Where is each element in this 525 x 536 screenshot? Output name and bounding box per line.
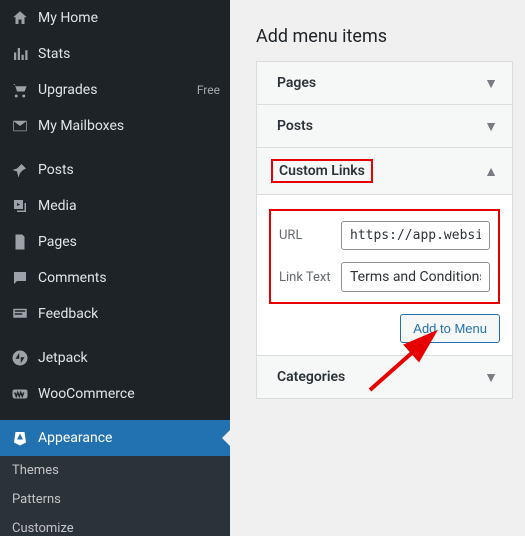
sidebar-item-pages[interactable]: Pages (0, 224, 230, 260)
sidebar-separator (0, 412, 230, 420)
submenu-label: Patterns (12, 492, 61, 507)
sidebar-item-media[interactable]: Media (0, 188, 230, 224)
link-text-field-label: Link Text (279, 270, 341, 285)
stats-icon (10, 44, 30, 64)
add-to-menu-button[interactable]: Add to Menu (400, 314, 500, 343)
panel-actions: Add to Menu (269, 314, 500, 343)
submenu-item-patterns[interactable]: Patterns (0, 485, 230, 514)
sidebar-item-mailboxes[interactable]: My Mailboxes (0, 108, 230, 144)
sidebar-item-label: Upgrades (38, 82, 197, 98)
sidebar-item-label: WooCommerce (38, 386, 220, 402)
sidebar-item-feedback[interactable]: Feedback (0, 296, 230, 332)
chevron-down-icon: ▼ (484, 118, 498, 135)
custom-links-panel: URL Link Text Add to Menu (257, 195, 512, 356)
pin-icon (10, 160, 30, 180)
sidebar-item-comments[interactable]: Comments (0, 260, 230, 296)
sidebar-item-label: Feedback (38, 306, 220, 322)
sidebar-item-jetpack[interactable]: Jetpack (0, 340, 230, 376)
sidebar-item-label: Jetpack (38, 350, 220, 366)
page-icon (10, 232, 30, 252)
chevron-down-icon: ▼ (484, 75, 498, 92)
admin-sidebar: My Home Stats Upgrades Free My Mailboxes… (0, 0, 230, 536)
sidebar-item-label: My Mailboxes (38, 118, 220, 134)
submenu-label: Themes (12, 463, 59, 478)
submenu-item-customize[interactable]: Customize (0, 514, 230, 536)
sidebar-item-upgrades[interactable]: Upgrades Free (0, 72, 230, 108)
accordion-label: Pages (271, 73, 322, 93)
feedback-icon (10, 304, 30, 324)
sidebar-item-woocommerce[interactable]: WooCommerce (0, 376, 230, 412)
accordion-pages[interactable]: Pages ▼ (257, 62, 512, 105)
url-input[interactable] (341, 221, 490, 250)
accordion-label: Posts (271, 116, 319, 136)
highlight-box: URL Link Text (269, 209, 500, 304)
mail-icon (10, 116, 30, 136)
sidebar-item-my-home[interactable]: My Home (0, 0, 230, 36)
menu-items-accordion: Pages ▼ Posts ▼ Custom Links ▲ URL Link … (256, 61, 513, 399)
accordion-label: Categories (271, 367, 351, 387)
cart-icon (10, 80, 30, 100)
url-field-row: URL (279, 221, 490, 250)
submenu-item-themes[interactable]: Themes (0, 456, 230, 485)
accordion-custom-links[interactable]: Custom Links ▲ (257, 148, 512, 195)
upgrades-badge: Free (197, 83, 220, 97)
sidebar-item-label: Comments (38, 270, 220, 286)
sidebar-separator (0, 332, 230, 340)
link-text-input[interactable] (341, 262, 490, 292)
submenu-label: Customize (12, 521, 74, 536)
woocommerce-icon (10, 384, 30, 404)
link-text-field-row: Link Text (279, 262, 490, 292)
sidebar-item-label: Stats (38, 46, 220, 62)
comment-icon (10, 268, 30, 288)
chevron-down-icon: ▼ (484, 369, 498, 386)
sidebar-separator (0, 144, 230, 152)
section-title: Add menu items (256, 26, 513, 47)
accordion-categories[interactable]: Categories ▼ (257, 356, 512, 398)
chevron-up-icon: ▲ (484, 163, 498, 180)
media-icon (10, 196, 30, 216)
sidebar-item-label: Pages (38, 234, 220, 250)
sidebar-item-posts[interactable]: Posts (0, 152, 230, 188)
sidebar-item-label: My Home (38, 10, 220, 26)
appearance-icon (10, 428, 30, 448)
home-icon (10, 8, 30, 28)
url-field-label: URL (279, 228, 341, 243)
sidebar-item-stats[interactable]: Stats (0, 36, 230, 72)
jetpack-icon (10, 348, 30, 368)
sidebar-item-label: Appearance (38, 430, 220, 446)
accordion-posts[interactable]: Posts ▼ (257, 105, 512, 148)
accordion-label: Custom Links (271, 159, 373, 183)
sidebar-item-label: Media (38, 198, 220, 214)
sidebar-item-appearance[interactable]: Appearance (0, 420, 230, 456)
main-panel: Add menu items Pages ▼ Posts ▼ Custom Li… (230, 0, 525, 536)
sidebar-item-label: Posts (38, 162, 220, 178)
